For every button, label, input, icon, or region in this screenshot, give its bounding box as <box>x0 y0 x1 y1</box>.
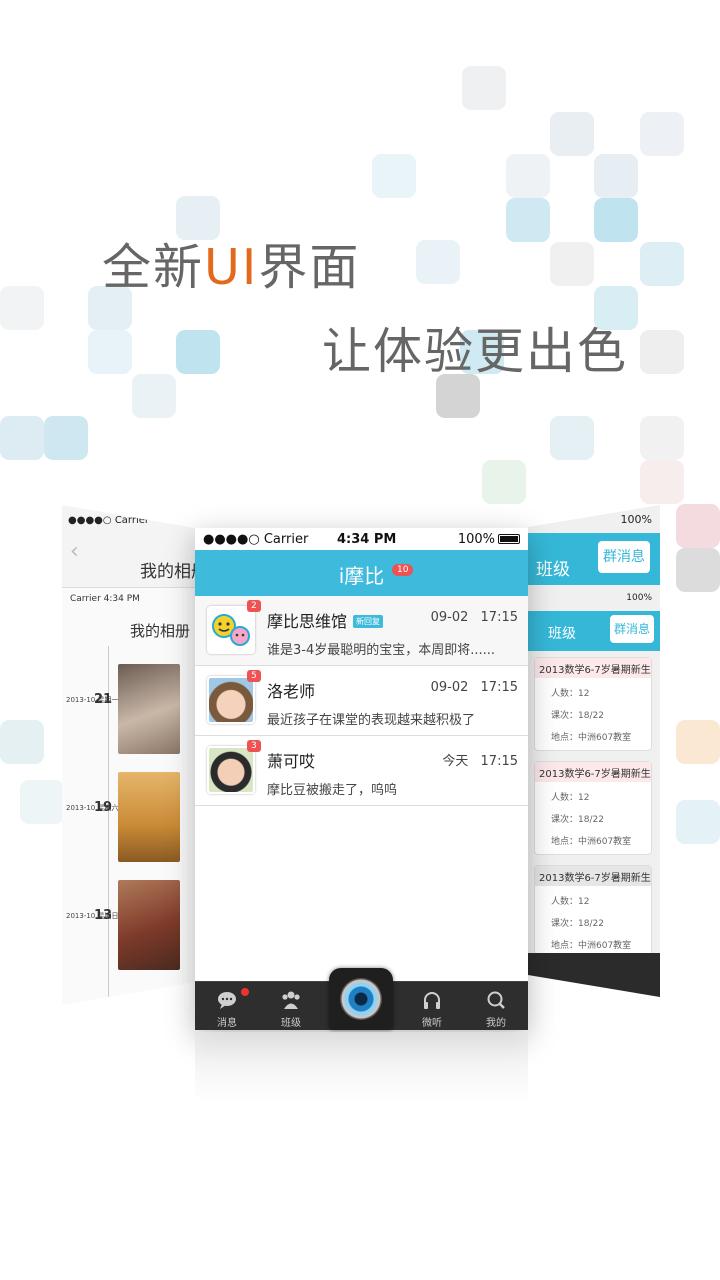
album-entry-day: 21 <box>94 692 113 707</box>
tab-label: 班级 <box>281 1018 301 1029</box>
headline-line-2: 让体验更出色 <box>322 323 629 380</box>
right-phone-class: 100% 班级 群消息 100% 班级 群消息 2013数学6-7岁暑期新生班 … <box>528 505 660 997</box>
album-entry-day: 19 <box>94 800 113 815</box>
left-inner-status: Carrier 4:34 PM <box>70 594 140 604</box>
group-message-button[interactable]: 群消息 <box>598 541 650 573</box>
class-card-count: 人数：12 <box>551 897 590 907</box>
message-list: 2 摩比思维馆 新回复 09-02 17:15 谁是3-4岁最聪明的宝宝，本周即将… <box>195 596 528 806</box>
class-card-session: 课次：18/22 <box>551 711 604 721</box>
status-time: 4:34 PM <box>337 532 397 547</box>
avatar <box>207 676 255 724</box>
camera-lens-icon <box>340 978 382 1020</box>
right-status-bar: 100% <box>620 513 652 526</box>
phone-reflection <box>195 1032 528 1102</box>
right-inner-status: 100% <box>626 593 652 603</box>
tab-mine[interactable]: 我的 <box>464 982 528 1031</box>
class-card-count: 人数：12 <box>551 793 590 803</box>
class-card[interactable]: 2013数学6-7岁暑期新生班 人数：12 课次：18/22 地点：中洲607教… <box>534 657 652 751</box>
status-bar: ●●●●○ Carrier 4:34 PM 100% <box>195 528 528 550</box>
message-item[interactable]: 5 洛老师 09-02 17:15 最近孩子在课堂的表现越来越积极了 <box>195 666 528 736</box>
app-title: i摩比 <box>338 564 385 588</box>
contact-name: 摩比思维馆 新回复 <box>267 608 384 632</box>
class-card-place: 地点：中洲607教室 <box>551 941 632 951</box>
tabbar: 消息 班级 微听 我的 <box>195 968 528 1031</box>
message-item[interactable]: 3 萧可哎 今天 17:15 摩比豆被搬走了，呜呜 <box>195 736 528 806</box>
right-inner-navbar: 班级 群消息 <box>528 611 660 651</box>
headline-line-1: 全新UI界面 <box>102 239 361 296</box>
message-time: 今天 17:15 <box>442 754 518 769</box>
message-preview: 最近孩子在课堂的表现越来越积极了 <box>267 713 476 728</box>
unread-badge: 2 <box>247 600 261 612</box>
right-page-title: 班级 <box>536 560 570 580</box>
left-inner-album: Carrier 4:34 PM 我的相册 2013-10 星期一 21 2013… <box>62 587 212 1005</box>
tab-listen[interactable]: 微听 <box>400 982 464 1031</box>
class-card-title: 2013数学6-7岁暑期新生班 <box>535 762 651 782</box>
album-entry-day: 13 <box>94 908 113 923</box>
class-card-title: 2013数学6-7岁暑期新生班 <box>535 658 651 678</box>
message-preview: 谁是3-4岁最聪明的宝宝，本周即将...... <box>267 643 496 658</box>
avatar <box>207 606 255 654</box>
contact-name: 洛老师 <box>267 682 316 701</box>
status-carrier: ●●●●○ Carrier <box>203 532 309 547</box>
left-inner-title: 我的相册 <box>130 622 191 640</box>
message-item[interactable]: 2 摩比思维馆 新回复 09-02 17:15 谁是3-4岁最聪明的宝宝，本周即将… <box>195 596 528 666</box>
people-icon <box>282 991 300 1009</box>
new-message-dot <box>241 988 249 996</box>
class-card[interactable]: 2013数学6-7岁暑期新生班 人数：12 课次：18/22 地点：中洲607教… <box>534 865 652 959</box>
right-inner-title: 班级 <box>548 626 576 642</box>
inner-group-message-button[interactable]: 群消息 <box>610 615 654 643</box>
album-entry[interactable]: 2013-10 星期日 13 <box>62 874 212 974</box>
tab-label: 微听 <box>422 1018 442 1029</box>
mobi-logo-icon <box>212 614 250 646</box>
right-navbar: 班级 群消息 <box>528 533 660 585</box>
tab-messages[interactable]: 消息 <box>195 982 259 1031</box>
headline-accent: UI <box>204 239 259 296</box>
album-photo[interactable] <box>118 664 180 754</box>
message-time: 09-02 17:15 <box>430 610 518 625</box>
back-chevron-icon[interactable]: ‹ <box>70 539 79 564</box>
new-reply-tag: 新回复 <box>353 615 384 628</box>
class-card[interactable]: 2013数学6-7岁暑期新生班 人数：12 课次：18/22 地点：中洲607教… <box>534 761 652 855</box>
battery-icon <box>498 534 520 544</box>
avatar <box>207 746 255 794</box>
navbar: i摩比 10 <box>195 550 528 596</box>
left-phone-album: ●●●●○ Carrier 4:34 PM ‹ 我的相册 Carrier 4:3… <box>62 505 212 1005</box>
headphones-icon <box>424 992 440 1009</box>
status-battery: 100% <box>458 532 520 547</box>
unread-count-badge: 10 <box>392 564 414 576</box>
search-person-icon <box>487 991 505 1009</box>
album-entry[interactable]: 2013-10 星期一 21 <box>62 658 212 758</box>
class-card-place: 地点：中洲607教室 <box>551 837 632 847</box>
tab-class[interactable]: 班级 <box>259 982 323 1031</box>
unread-badge: 5 <box>247 670 261 682</box>
message-time: 09-02 17:15 <box>430 680 518 695</box>
class-card-place: 地点：中洲607教室 <box>551 733 632 743</box>
class-card-count: 人数：12 <box>551 689 590 699</box>
message-preview: 摩比豆被搬走了，呜呜 <box>267 783 398 798</box>
album-entry[interactable]: 2013-10 星期六 19 <box>62 766 212 866</box>
camera-button[interactable] <box>329 968 393 1030</box>
album-photo[interactable] <box>118 772 180 862</box>
unread-badge: 3 <box>247 740 261 752</box>
class-card-title: 2013数学6-7岁暑期新生班 <box>535 866 651 886</box>
album-photo[interactable] <box>118 880 180 970</box>
tab-label: 我的 <box>486 1018 506 1029</box>
main-phone-screen: ●●●●○ Carrier 4:34 PM 100% i摩比 10 2 摩比思维… <box>195 528 528 1030</box>
class-card-session: 课次：18/22 <box>551 815 604 825</box>
class-card-session: 课次：18/22 <box>551 919 604 929</box>
tab-label: 消息 <box>217 1018 237 1029</box>
chat-bubble-icon <box>218 992 236 1009</box>
contact-name: 萧可哎 <box>267 752 316 771</box>
